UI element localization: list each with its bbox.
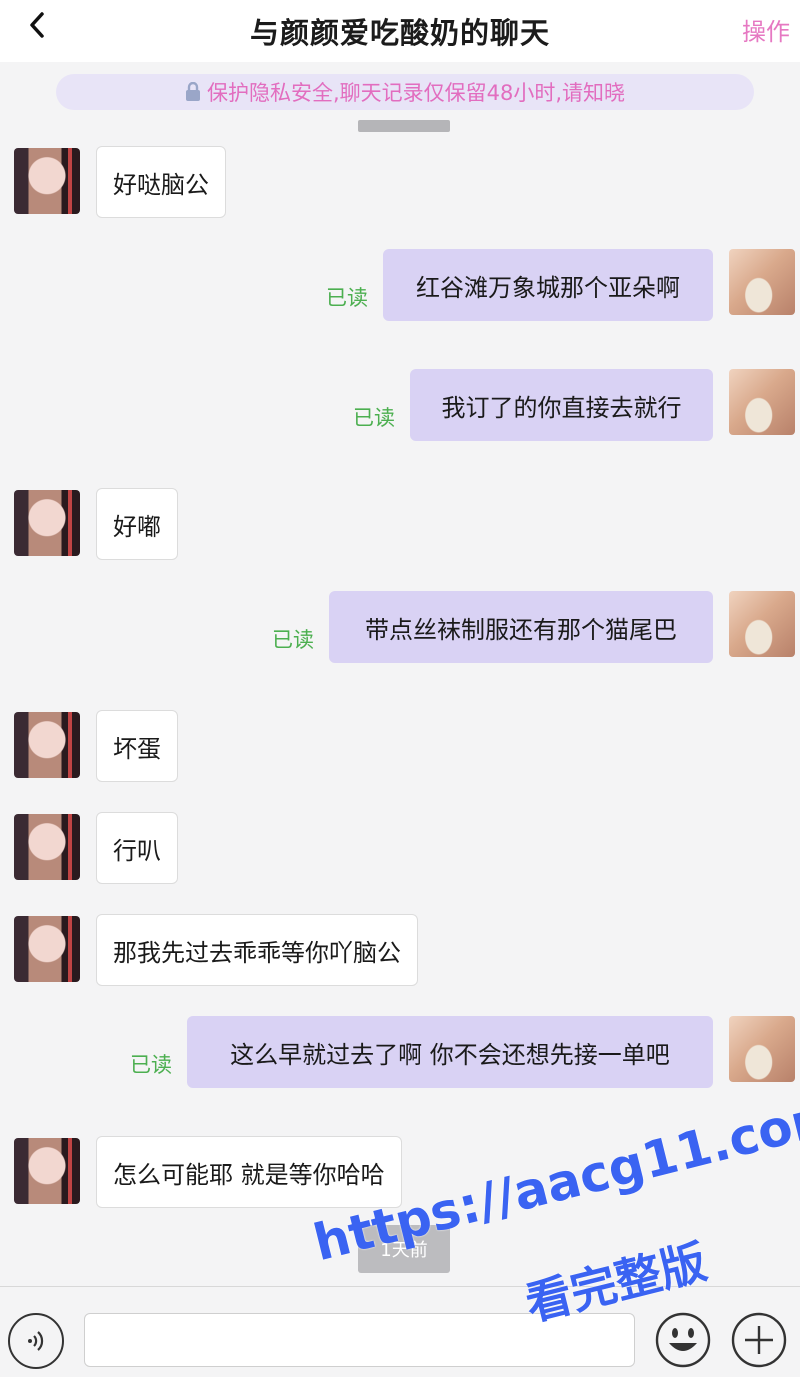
message-bubble-sent[interactable]: 带点丝袜制服还有那个猫尾巴: [329, 591, 713, 663]
load-more-handle[interactable]: [358, 120, 450, 132]
lock-icon: [185, 82, 201, 102]
message-bubble-received[interactable]: 好哒脑公: [96, 146, 226, 218]
voice-icon: [28, 1331, 44, 1351]
read-status: 已读: [353, 406, 395, 430]
message-bubble-sent[interactable]: 这么早就过去了啊 你不会还想先接一单吧: [187, 1016, 713, 1088]
contact-avatar[interactable]: [14, 490, 80, 556]
read-status: 已读: [130, 1053, 172, 1077]
self-avatar[interactable]: [729, 591, 795, 657]
message-bubble-sent[interactable]: 红谷滩万象城那个亚朵啊: [383, 249, 713, 321]
more-actions-button[interactable]: [730, 1311, 788, 1369]
privacy-notice: 保护隐私安全,聊天记录仅保留48小时,请知晓: [56, 74, 754, 110]
self-avatar[interactable]: [729, 1016, 795, 1082]
self-avatar[interactable]: [729, 249, 795, 315]
contact-avatar[interactable]: [14, 1138, 80, 1204]
contact-avatar[interactable]: [14, 814, 80, 880]
message-bubble-received[interactable]: 好嘟: [96, 488, 178, 560]
operation-button[interactable]: 操作: [742, 12, 790, 47]
read-status: 已读: [272, 628, 314, 652]
page-title: 与颜颜爱吃酸奶的聊天: [249, 16, 550, 50]
contact-avatar[interactable]: [14, 916, 80, 982]
message-input[interactable]: [84, 1313, 635, 1367]
message-bubble-received[interactable]: 怎么可能耶 就是等你哈哈: [96, 1136, 402, 1208]
read-status: 已读: [326, 286, 368, 310]
voice-input-button[interactable]: [8, 1313, 64, 1369]
message-bubble-received[interactable]: 那我先过去乖乖等你吖脑公: [96, 914, 418, 986]
chevron-left-icon: [30, 12, 44, 38]
emoji-button[interactable]: [654, 1311, 712, 1369]
message-bubble-sent[interactable]: 我订了的你直接去就行: [410, 369, 713, 441]
smiley-icon: [655, 1312, 711, 1368]
back-button[interactable]: [22, 10, 52, 40]
privacy-notice-text: 保护隐私安全,聊天记录仅保留48小时,请知晓: [206, 81, 626, 105]
contact-avatar[interactable]: [14, 712, 80, 778]
plus-icon: [731, 1312, 787, 1368]
message-bubble-received[interactable]: 行叭: [96, 812, 178, 884]
chat-header: 与颜颜爱吃酸奶的聊天 操作: [0, 0, 800, 62]
message-bubble-received[interactable]: 坏蛋: [96, 710, 178, 782]
time-separator: 1天前: [358, 1225, 450, 1273]
contact-avatar[interactable]: [14, 148, 80, 214]
self-avatar[interactable]: [729, 369, 795, 435]
